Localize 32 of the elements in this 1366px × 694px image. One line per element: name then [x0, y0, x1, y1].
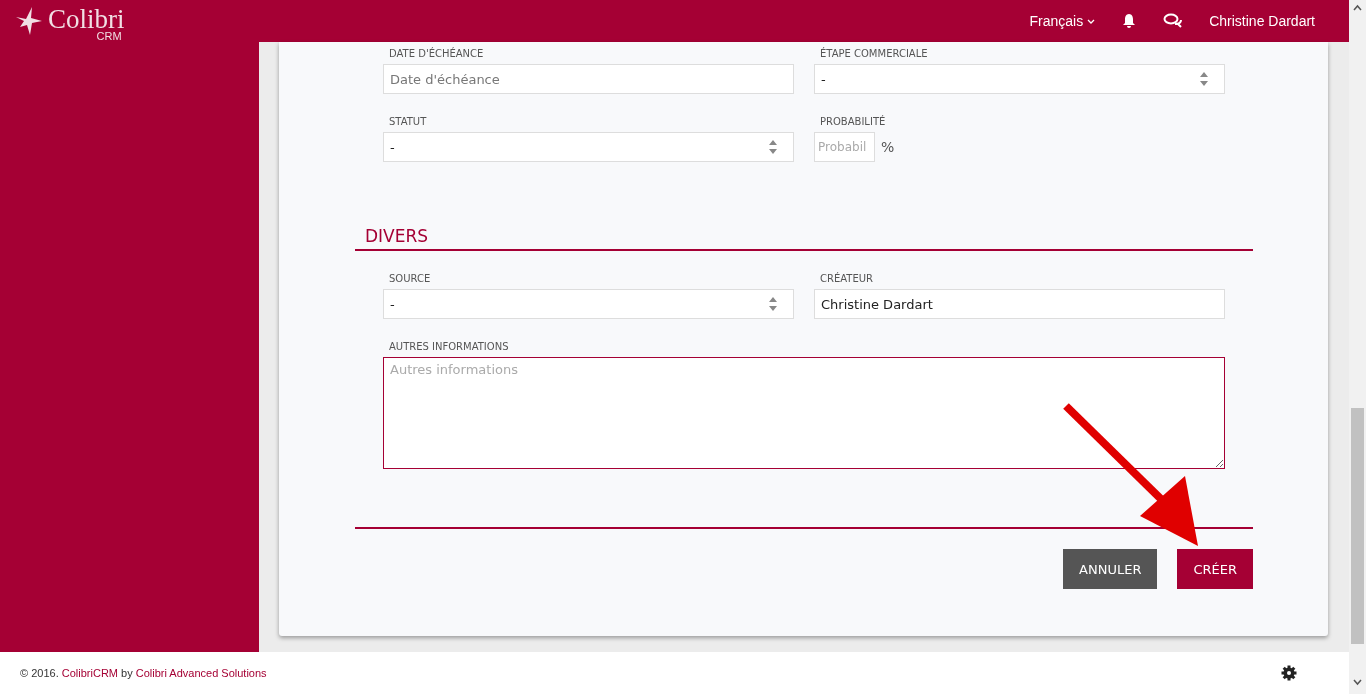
select-field[interactable]: -: [814, 64, 1225, 94]
field-label: PROBABILITÉ: [819, 116, 887, 128]
input-field[interactable]: Christine Dardart: [814, 289, 1225, 319]
chat-icon[interactable]: [1163, 13, 1184, 29]
spinner-icon: [769, 140, 777, 154]
create-button[interactable]: CRÉER: [1177, 549, 1253, 589]
unit-label: %: [881, 139, 895, 155]
cancel-button[interactable]: ANNULER: [1063, 549, 1158, 589]
field-label: STATUT: [388, 116, 428, 128]
footer-link[interactable]: ColibriCRM: [61, 667, 118, 679]
language-menu[interactable]: Français: [1029, 13, 1096, 29]
settings-icon[interactable]: [1281, 665, 1297, 681]
text-area[interactable]: Autres informations: [383, 357, 1225, 469]
spinner-icon: [769, 297, 777, 311]
spinner-icon: [1200, 72, 1208, 86]
chevron-icon: [1087, 18, 1096, 24]
footer-link[interactable]: Colibri Advanced Solutions: [135, 667, 267, 679]
field-label: AUTRES INFORMATIONS: [388, 341, 510, 353]
user-menu[interactable]: Christine Dardart: [1209, 13, 1315, 29]
input-field[interactable]: Probabil: [814, 132, 875, 162]
input-field[interactable]: Date d'échéance: [383, 64, 794, 94]
logo-subtitle: CRM: [96, 30, 122, 42]
field-label: ÉTAPE COMMERCIALE: [819, 48, 929, 60]
field-label: CRÉATEUR: [819, 273, 874, 285]
logo-name: Colibri: [48, 5, 125, 33]
footer-text: © 2016. ColibriCRM by Colibri Advanced Solutions: [20, 667, 267, 679]
select-field[interactable]: -: [383, 289, 794, 319]
section-title: DIVERS: [355, 226, 1253, 251]
field-label: DATE D'ÉCHÉANCE: [388, 48, 485, 60]
field-label: SOURCE: [388, 273, 432, 285]
select-field[interactable]: -: [383, 132, 794, 162]
bell-icon[interactable]: [1121, 13, 1138, 29]
